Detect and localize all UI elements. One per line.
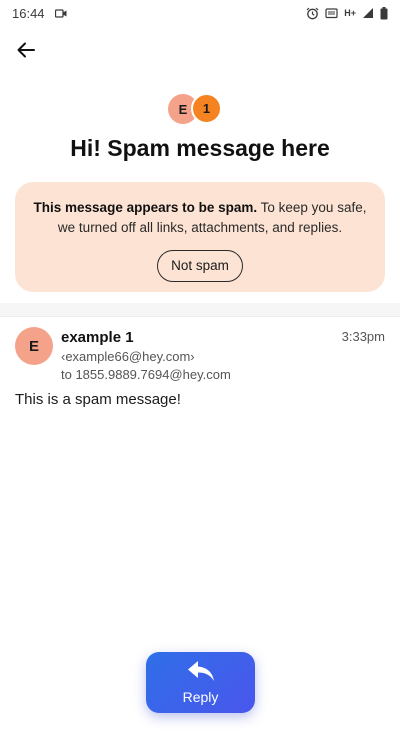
arrow-left-icon <box>16 40 36 65</box>
spam-notice-bold: This message appears to be spam. <box>33 200 258 215</box>
screen: 16:44 H+ E 1 Hi! Spam message here This … <box>0 0 400 731</box>
reply-label: Reply <box>182 689 219 705</box>
sender-email: ‹example66@hey.com› <box>61 349 195 364</box>
camera-icon <box>54 8 67 18</box>
message-time: 3:33pm <box>341 329 385 344</box>
alarm-icon <box>306 7 319 20</box>
status-bar: 16:44 H+ <box>0 0 400 26</box>
not-spam-button[interactable]: Not spam <box>157 250 243 282</box>
recipient-line: to 1855.9889.7694@hey.com <box>61 367 231 382</box>
signal-icon <box>362 7 374 19</box>
sender-name[interactable]: example 1 <box>61 329 134 346</box>
network-type: H+ <box>344 8 356 18</box>
reply-icon <box>187 660 215 687</box>
avatar-count: 1 <box>191 93 222 124</box>
divider <box>0 303 400 317</box>
message-body: This is a spam message! <box>15 391 181 408</box>
back-button[interactable] <box>10 36 42 68</box>
cast-icon <box>325 7 338 19</box>
battery-icon <box>380 6 388 20</box>
participant-avatars: E 1 <box>168 93 228 125</box>
spam-banner: This message appears to be spam. To keep… <box>15 182 385 292</box>
page-title: Hi! Spam message here <box>70 135 330 161</box>
status-icons: H+ <box>306 6 388 20</box>
reply-button[interactable]: Reply <box>146 652 255 713</box>
spam-notice: This message appears to be spam. To keep… <box>31 198 369 238</box>
status-time: 16:44 <box>12 5 45 21</box>
sender-avatar[interactable]: E <box>15 327 53 365</box>
